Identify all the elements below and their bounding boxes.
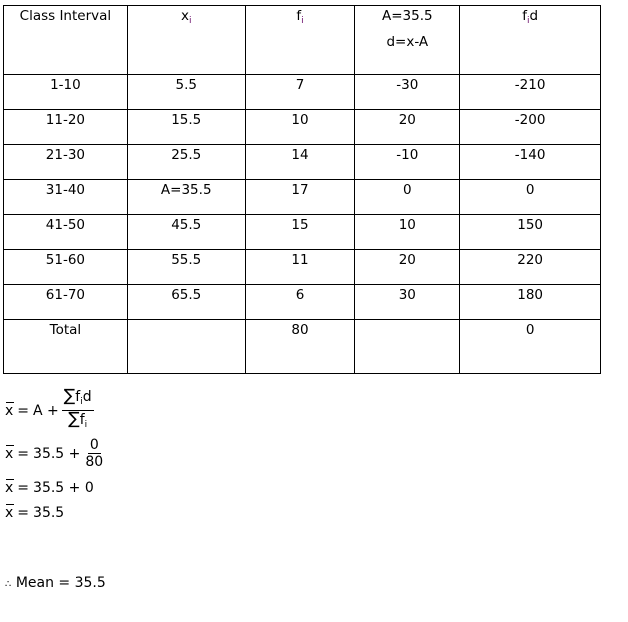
cell-f: 14 [244, 144, 356, 180]
cell-interval: 21-30 [3, 144, 128, 180]
cell-d: 30 [354, 284, 461, 320]
x-bar-symbol: x [5, 444, 15, 462]
cell-fd: 0 [459, 179, 601, 215]
formula-line-2: x = 35.5 + 0 80 [5, 437, 105, 470]
x-bar-symbol: x [5, 504, 15, 521]
cell-d: 20 [354, 249, 461, 285]
fraction-numerator: 0 [87, 437, 101, 454]
subscript: i [84, 420, 88, 430]
frequency-table: Class Interval xi fi A=35.5 d=x-A fid 1-1… [3, 5, 601, 374]
fraction: 0 80 [83, 437, 105, 470]
equals-sign: = [17, 402, 30, 419]
cell-fd: -200 [459, 109, 601, 145]
equals-sign: = [17, 445, 30, 462]
table-header-row: Class Interval xi fi A=35.5 d=x-A fid [3, 5, 601, 75]
cell-d: 0 [354, 179, 461, 215]
table-total-row: Total 80 0 [3, 319, 601, 374]
cell-f: 6 [244, 284, 356, 320]
cell-f: 10 [244, 109, 356, 145]
mean-text: Mean = 35.5 [15, 575, 106, 591]
cell-interval: 51-60 [3, 249, 128, 285]
total-x [126, 319, 246, 374]
cell-fd: 220 [459, 249, 601, 285]
cell-interval: 31-40 [3, 179, 128, 215]
header-text: A=35.5 [382, 8, 433, 24]
cell-x: 25.5 [126, 144, 246, 180]
total-fd: 0 [459, 319, 601, 374]
header-xi: xi [126, 5, 246, 75]
cell-x: 65.5 [126, 284, 246, 320]
cell-f: 7 [244, 74, 356, 110]
formula-text: 35.5 + 0 [33, 480, 94, 496]
formula-text: A + [33, 402, 59, 419]
subscript: i [301, 16, 304, 26]
header-text: d [529, 8, 539, 24]
cell-d: -10 [354, 144, 461, 180]
header-text: d=x-A [386, 34, 429, 50]
formula-text: d [82, 389, 92, 405]
table-row: 11-20 15.5 10 20 -200 [3, 109, 601, 145]
cell-interval: 61-70 [3, 284, 128, 320]
cell-d: 10 [354, 214, 461, 250]
total-d [354, 319, 461, 374]
formula-line-4: x = 35.5 [5, 504, 65, 521]
fraction-numerator: ∑fid [61, 386, 94, 411]
cell-x: 15.5 [126, 109, 246, 145]
sigma-icon: ∑ [63, 386, 76, 406]
cell-fd: -140 [459, 144, 601, 180]
cell-x: 55.5 [126, 249, 246, 285]
header-fi: fi [244, 5, 356, 75]
header-text: x [180, 8, 189, 24]
cell-x: 5.5 [126, 74, 246, 110]
table-row: 21-30 25.5 14 -10 -140 [3, 144, 601, 180]
cell-d: 20 [354, 109, 461, 145]
cell-f: 15 [244, 214, 356, 250]
x-bar-symbol: x [5, 401, 15, 419]
x-bar-symbol: x [5, 479, 15, 496]
table-row: 51-60 55.5 11 20 220 [3, 249, 601, 285]
total-f: 80 [244, 319, 356, 374]
header-deviation: A=35.5 d=x-A [354, 5, 461, 75]
therefore-icon: ∴ [5, 579, 12, 590]
formula-line-1: x = A + ∑fid ∑fi [5, 388, 94, 433]
table-row: 31-40 A=35.5 17 0 0 [3, 179, 601, 215]
cell-fd: 180 [459, 284, 601, 320]
cell-x: A=35.5 [126, 179, 246, 215]
formula-text: 35.5 + [33, 445, 81, 462]
cell-f: 17 [244, 179, 356, 215]
table-row: 1-10 5.5 7 -30 -210 [3, 74, 601, 110]
cell-x: 45.5 [126, 214, 246, 250]
total-label: Total [3, 319, 128, 374]
table-row: 41-50 45.5 15 10 150 [3, 214, 601, 250]
fraction-denominator: ∑fi [66, 411, 89, 433]
cell-interval: 1-10 [3, 74, 128, 110]
cell-fd: 150 [459, 214, 601, 250]
equals-sign: = [17, 480, 30, 496]
mean-conclusion: ∴ Mean = 35.5 [5, 575, 106, 591]
sigma-icon: ∑ [68, 409, 80, 429]
cell-fd: -210 [459, 74, 601, 110]
header-text: Class Interval [19, 8, 112, 24]
formula-text: 35.5 [33, 505, 65, 521]
cell-d: -30 [354, 74, 461, 110]
equals-sign: = [17, 505, 30, 521]
header-fid: fid [459, 5, 601, 75]
formula-line-3: x = 35.5 + 0 [5, 479, 94, 496]
cell-interval: 41-50 [3, 214, 128, 250]
fraction: ∑fid ∑fi [61, 386, 94, 433]
cell-interval: 11-20 [3, 109, 128, 145]
header-class-interval: Class Interval [3, 5, 128, 75]
subscript: i [188, 16, 192, 26]
cell-f: 11 [244, 249, 356, 285]
fraction-denominator: 80 [85, 454, 104, 470]
table-row: 61-70 65.5 6 30 180 [3, 284, 601, 320]
